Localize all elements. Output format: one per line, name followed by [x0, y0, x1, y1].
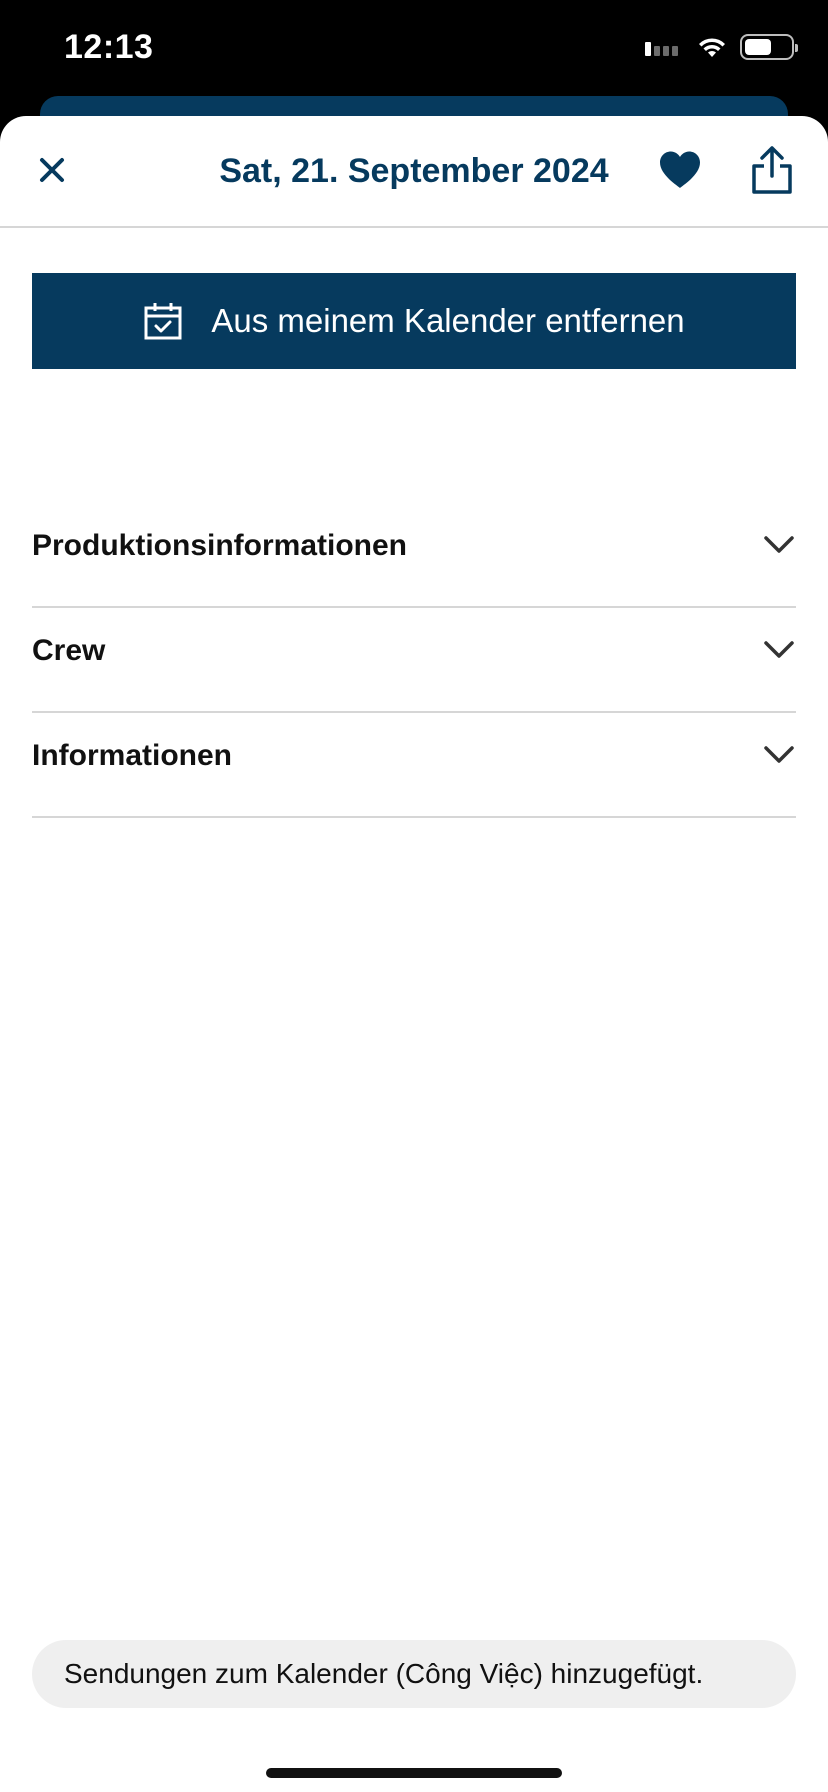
- chevron-down-icon: [764, 746, 794, 763]
- sheet-header: Sat, 21. September 2024: [0, 116, 828, 228]
- chevron-down-icon: [764, 536, 794, 553]
- remove-from-calendar-button[interactable]: Aus meinem Kalender entfernen: [32, 273, 796, 369]
- home-indicator[interactable]: [266, 1768, 562, 1778]
- detail-sheet: Sat, 21. September 2024 Aus meinem Kalen…: [0, 116, 828, 1792]
- share-icon[interactable]: [750, 144, 794, 196]
- status-time: 12:13: [64, 28, 154, 66]
- remove-from-calendar-label: Aus meinem Kalender entfernen: [211, 302, 685, 339]
- section-title: Produktionsinformationen: [32, 529, 407, 562]
- sections-accordion: Produktionsinformationen Crew Informatio…: [32, 503, 796, 818]
- heart-icon[interactable]: [656, 146, 704, 194]
- toast-message: Sendungen zum Kalender (Công Việc) hinzu…: [32, 1640, 796, 1708]
- wifi-icon: [699, 38, 725, 57]
- status-bar: 12:13: [0, 0, 828, 100]
- section-crew[interactable]: Crew: [32, 608, 796, 713]
- calendar-check-icon: [144, 303, 182, 340]
- section-produktionsinformationen[interactable]: Produktionsinformationen: [32, 503, 796, 608]
- section-title: Crew: [32, 634, 106, 667]
- section-title: Informationen: [32, 739, 232, 772]
- status-icons: [645, 34, 798, 60]
- cellular-signal-icon: [645, 38, 678, 56]
- section-informationen[interactable]: Informationen: [32, 713, 796, 818]
- battery-icon: [740, 34, 798, 60]
- chevron-down-icon: [764, 641, 794, 658]
